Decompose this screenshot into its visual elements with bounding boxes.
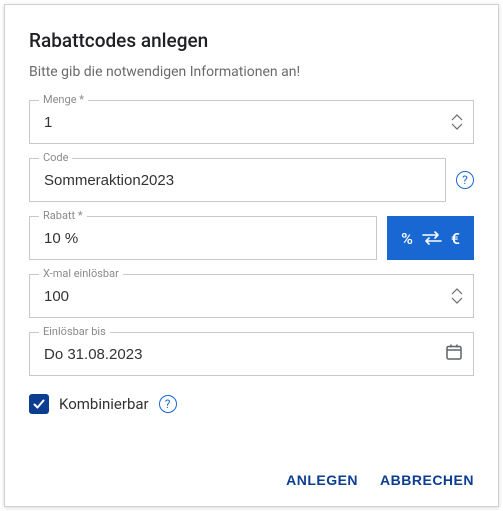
- valid-until-input[interactable]: [44, 346, 445, 363]
- code-input[interactable]: [44, 172, 435, 189]
- quantity-input[interactable]: [44, 114, 451, 131]
- dialog-actions: ANLEGEN ABBRECHEN: [286, 472, 474, 488]
- check-icon: [32, 397, 46, 411]
- discount-label: Rabatt *: [39, 209, 87, 222]
- redemptions-stepper[interactable]: [451, 288, 463, 304]
- combinable-help-icon[interactable]: ?: [159, 395, 177, 413]
- quantity-label: Menge *: [39, 93, 88, 106]
- combinable-label: Kombinierbar: [59, 395, 149, 413]
- percent-symbol: %: [401, 229, 413, 248]
- dialog-title: Rabattcodes anlegen: [29, 29, 474, 52]
- valid-until-field: Einlösbar bis: [29, 332, 474, 376]
- quantity-stepper[interactable]: [451, 114, 463, 130]
- code-label: Code: [39, 151, 72, 164]
- code-help-icon[interactable]: ?: [456, 171, 474, 189]
- redemptions-label: X-mal einlösbar: [39, 267, 123, 280]
- chevron-up-icon: [451, 114, 463, 121]
- redemptions-field: X-mal einlösbar: [29, 274, 474, 318]
- cancel-button[interactable]: ABBRECHEN: [380, 472, 474, 488]
- calendar-icon[interactable]: [445, 343, 463, 365]
- dialog-subtitle: Bitte gib die notwendigen Informationen …: [29, 64, 474, 80]
- submit-button[interactable]: ANLEGEN: [286, 472, 358, 488]
- create-discount-dialog: Rabattcodes anlegen Bitte gib die notwen…: [4, 4, 499, 507]
- percent-euro-toggle[interactable]: % €: [387, 216, 474, 260]
- euro-symbol: €: [451, 229, 460, 248]
- valid-until-label: Einlösbar bis: [39, 325, 110, 338]
- combinable-checkbox[interactable]: [29, 394, 49, 414]
- discount-field: Rabatt *: [29, 216, 377, 260]
- quantity-field: Menge *: [29, 100, 474, 144]
- chevron-down-icon: [451, 123, 463, 130]
- chevron-up-icon: [451, 288, 463, 295]
- swap-icon: [421, 230, 443, 246]
- chevron-down-icon: [451, 297, 463, 304]
- code-field: Code: [29, 158, 446, 202]
- discount-input[interactable]: [44, 230, 366, 247]
- redemptions-input[interactable]: [44, 288, 451, 305]
